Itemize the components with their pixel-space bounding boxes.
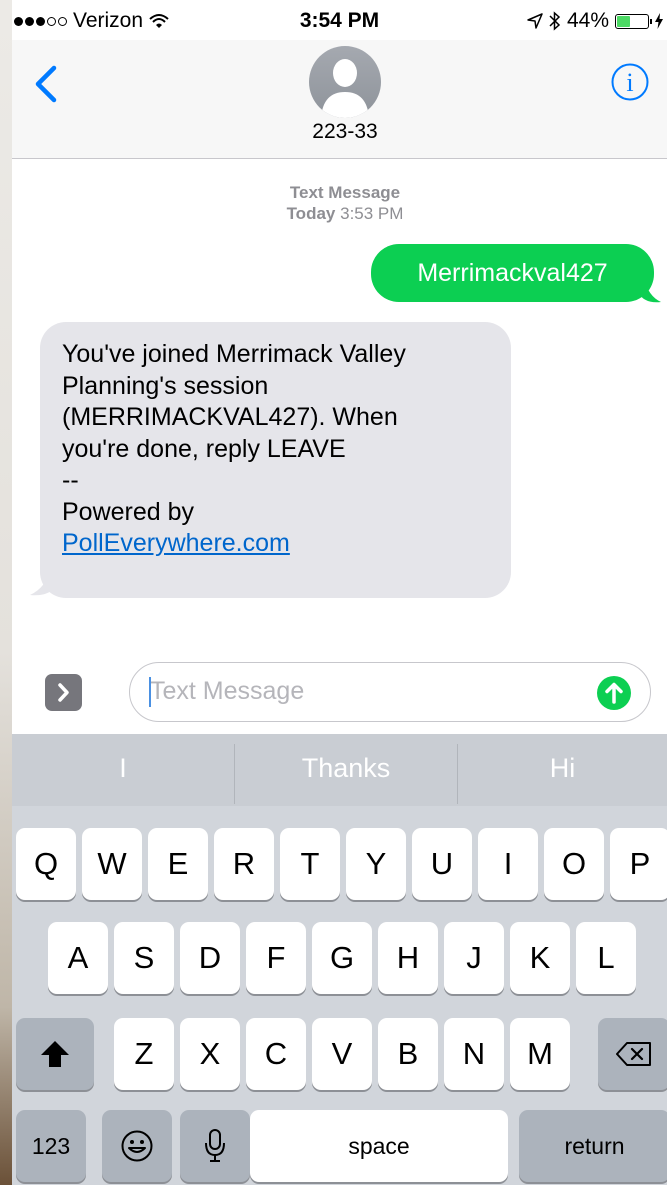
message-field[interactable] [129, 662, 651, 722]
info-icon[interactable]: i [610, 62, 650, 102]
status-right-group: 44% [527, 9, 663, 33]
location-icon [527, 13, 543, 29]
key-c[interactable]: C [246, 1018, 306, 1090]
timestamp-line: Today 3:53 PM [12, 203, 667, 224]
key-z[interactable]: Z [114, 1018, 174, 1090]
key-g[interactable]: G [312, 922, 372, 994]
key-u[interactable]: U [412, 828, 472, 900]
service-label: Text Message [289, 183, 401, 202]
key-e[interactable]: E [148, 828, 208, 900]
battery-icon [615, 13, 652, 29]
key-v[interactable]: V [312, 1018, 372, 1090]
back-chevron-icon[interactable] [30, 62, 64, 106]
contact-name[interactable]: 223-33 [12, 120, 667, 144]
timestamp-time: 3:53 PM [340, 204, 404, 223]
text-cursor [149, 677, 151, 707]
key-a[interactable]: A [48, 922, 108, 994]
message-line: Powered by [62, 497, 195, 526]
key-q[interactable]: Q [16, 828, 76, 900]
emoji-icon [121, 1130, 153, 1162]
message-timestamp: Text Message Today 3:53 PM [12, 182, 667, 224]
battery-fill [617, 15, 630, 27]
message-line: You've joined Merrimack Valley [62, 340, 406, 368]
apps-button[interactable] [45, 674, 82, 711]
microphone-icon [205, 1129, 225, 1162]
key-l[interactable]: L [576, 922, 636, 994]
key-n[interactable]: N [444, 1018, 504, 1090]
send-arrow-icon [605, 682, 623, 704]
message-line: (MERRIMACKVAL427). When [62, 403, 398, 431]
apps-chevron-icon [58, 683, 69, 702]
numbers-key[interactable]: 123 [16, 1110, 86, 1182]
key-b[interactable]: B [378, 1018, 438, 1090]
key-o[interactable]: O [544, 828, 604, 900]
key-f[interactable]: F [246, 922, 306, 994]
key-s[interactable]: S [114, 922, 174, 994]
svg-text:i: i [626, 68, 633, 97]
shift-icon [41, 1041, 69, 1067]
timestamp-day: Today [286, 204, 336, 223]
keyboard: I Thanks Hi Q W E R T Y U I O P A S D F … [12, 734, 667, 1185]
message-line: Planning's session [62, 371, 269, 400]
charging-icon [655, 13, 663, 29]
key-t[interactable]: T [280, 828, 340, 900]
key-r[interactable]: R [214, 828, 274, 900]
emoji-key[interactable] [102, 1110, 172, 1182]
suggestion-thanks[interactable]: Thanks [235, 734, 457, 806]
shift-key[interactable] [16, 1018, 94, 1090]
bluetooth-icon [549, 11, 561, 31]
key-y[interactable]: Y [346, 828, 406, 900]
sent-message-bubble[interactable]: Merrimackval427 [371, 244, 654, 302]
messages-screen: Verizon 3:54 PM 44% 223-33 i Text Messag… [12, 0, 667, 1185]
backspace-icon [616, 1042, 651, 1066]
key-j[interactable]: J [444, 922, 504, 994]
received-message-bubble[interactable]: You've joined Merrimack Valley Planning'… [40, 322, 511, 598]
key-i[interactable]: I [478, 828, 538, 900]
contact-avatar[interactable] [309, 46, 381, 118]
status-bar: Verizon 3:54 PM 44% [12, 0, 667, 40]
dictation-key[interactable] [180, 1110, 250, 1182]
message-link[interactable]: PollEverywhere.com [62, 528, 489, 560]
suggestion-hi[interactable]: Hi [458, 734, 667, 806]
predictive-bar: I Thanks Hi [12, 734, 667, 806]
send-button[interactable] [597, 676, 631, 710]
background-edge [0, 0, 12, 1185]
message-input[interactable] [150, 663, 570, 720]
key-x[interactable]: X [180, 1018, 240, 1090]
key-p[interactable]: P [610, 828, 667, 900]
battery-percent: 44% [566, 9, 609, 32]
key-d[interactable]: D [180, 922, 240, 994]
return-key[interactable]: return [519, 1110, 667, 1182]
key-m[interactable]: M [510, 1018, 570, 1090]
key-w[interactable]: W [82, 828, 142, 900]
message-line: -- [62, 466, 79, 494]
key-k[interactable]: K [510, 922, 570, 994]
conversation-header: 223-33 i [12, 40, 667, 159]
backspace-key[interactable] [598, 1018, 667, 1090]
message-line: you're done, reply LEAVE [62, 434, 346, 463]
space-key[interactable]: space [250, 1110, 508, 1182]
person-avatar-icon [321, 59, 369, 118]
key-h[interactable]: H [378, 922, 438, 994]
suggestion-i[interactable]: I [12, 734, 234, 806]
